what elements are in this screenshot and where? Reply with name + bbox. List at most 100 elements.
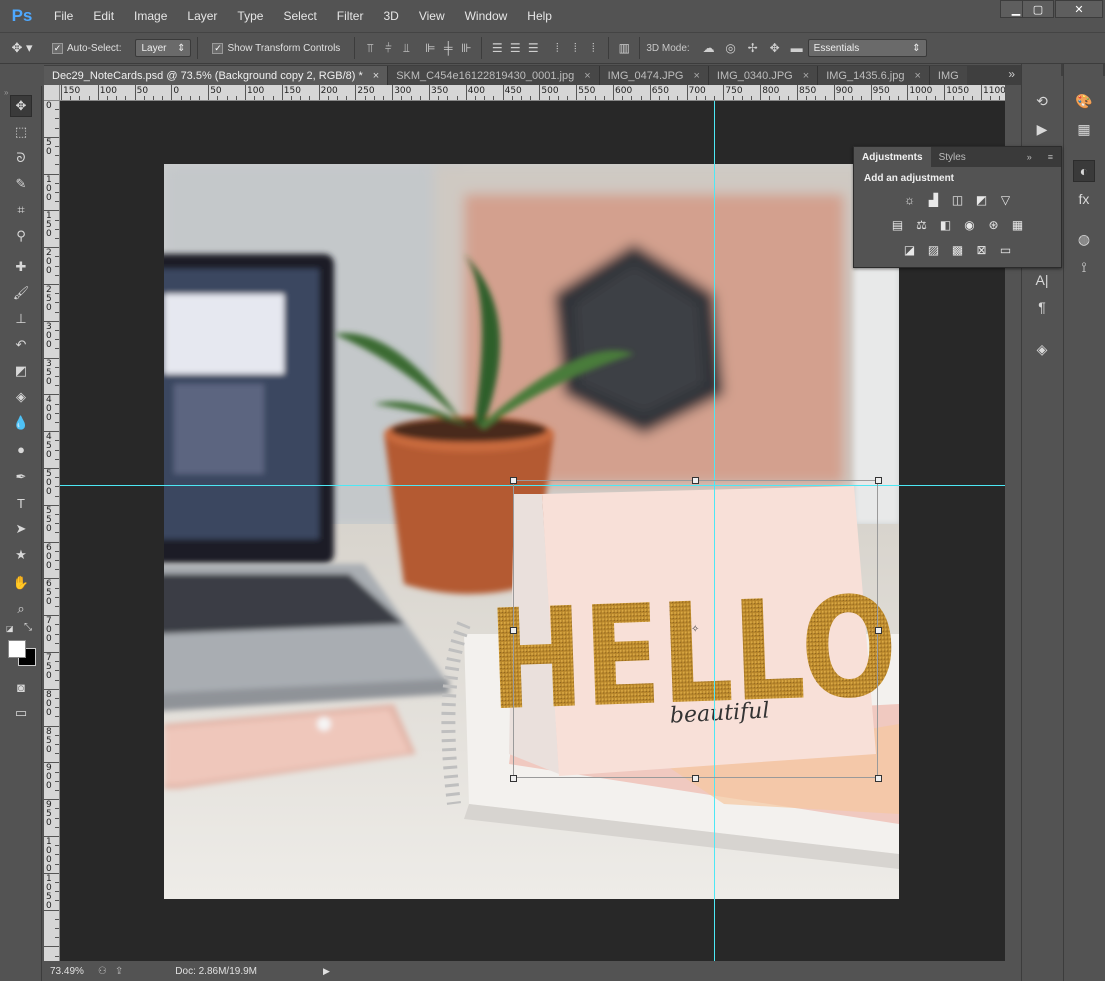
transform-handle[interactable]	[510, 627, 517, 634]
photo-filter-icon[interactable]: ◉	[960, 216, 980, 234]
tab-document-active[interactable]: Dec29_NoteCards.psd @ 73.5% (Background …	[44, 66, 389, 85]
swatches-panel-icon[interactable]: ▦	[1073, 118, 1095, 140]
color-balance-icon[interactable]: ⚖	[912, 216, 932, 234]
blur-tool-icon[interactable]: 💧	[10, 412, 32, 434]
close-window-button[interactable]: ✕	[1055, 0, 1103, 18]
align-hcenter-icon[interactable]: ╪	[439, 39, 457, 57]
tab-document[interactable]: SKM_C454e16122819430_0001.jpg ×	[388, 66, 600, 85]
menu-select[interactable]: Select	[273, 0, 326, 32]
brush-tool-icon[interactable]: 🖌	[10, 282, 32, 304]
invert-icon[interactable]: ◪	[900, 241, 920, 259]
marquee-tool-icon[interactable]: ⬚	[10, 121, 32, 143]
vertical-ruler[interactable]: 0 50 100 150 200 250 300 350 400 450 500 550 600 650 7…	[44, 101, 60, 961]
zoom-tool-icon[interactable]: ⌕	[10, 598, 32, 620]
paint-bucket-tool-icon[interactable]: ◈	[10, 386, 32, 408]
quick-mask-icon[interactable]: ◙	[10, 676, 32, 698]
3d-scale-icon[interactable]: ▬	[788, 39, 806, 57]
transform-handle[interactable]	[692, 477, 699, 484]
type-tool-icon[interactable]: T	[10, 492, 32, 514]
auto-select-target-dropdown[interactable]: Layer ⇕	[135, 39, 192, 57]
distribute-hcenter-icon[interactable]: ⦙	[566, 39, 584, 57]
curves-icon[interactable]: ◫	[948, 191, 968, 209]
screen-mode-icon[interactable]: ▭	[10, 702, 32, 724]
color-lookup-icon[interactable]: ▦	[1008, 216, 1028, 234]
channel-mixer-icon[interactable]: ⊛	[984, 216, 1004, 234]
align-right-icon[interactable]: ⊪	[457, 39, 475, 57]
tabs-overflow-icon[interactable]: »	[1008, 67, 1015, 81]
menu-file[interactable]: File	[44, 0, 83, 32]
healing-brush-tool-icon[interactable]: ✚	[10, 256, 32, 278]
vertical-guide[interactable]	[714, 101, 715, 961]
distribute-top-icon[interactable]: ☰	[488, 39, 506, 57]
transform-handle[interactable]	[510, 477, 517, 484]
3d-roll-icon[interactable]: ◎	[722, 39, 740, 57]
tab-document[interactable]: IMG_0340.JPG ×	[708, 66, 819, 85]
tab-document[interactable]: IMG	[929, 66, 967, 85]
panel-collapse-icon[interactable]: »	[1019, 147, 1040, 167]
close-tab-icon[interactable]: ×	[693, 70, 699, 82]
distribute-vcenter-icon[interactable]: ☰	[506, 39, 524, 57]
menu-edit[interactable]: Edit	[83, 0, 124, 32]
foreground-color-swatch[interactable]	[8, 640, 26, 658]
menu-type[interactable]: Type	[227, 0, 273, 32]
history-brush-tool-icon[interactable]: ↶	[10, 334, 32, 356]
share-icon[interactable]: ⇪	[115, 966, 123, 977]
close-tab-icon[interactable]: ×	[914, 70, 920, 82]
posterize-icon[interactable]: ▨	[924, 241, 944, 259]
black-white-icon[interactable]: ◧	[936, 216, 956, 234]
close-tab-icon[interactable]: ×	[373, 70, 379, 82]
lasso-tool-icon[interactable]: ᘐ	[10, 147, 32, 169]
auto-align-icon[interactable]: ▥	[615, 39, 633, 57]
status-menu-arrow-icon[interactable]: ▶	[323, 966, 330, 977]
hue-saturation-icon[interactable]: ▤	[888, 216, 908, 234]
styles-panel-icon[interactable]: fx	[1073, 188, 1095, 210]
align-left-icon[interactable]: ⊫	[421, 39, 439, 57]
transform-handle[interactable]	[510, 775, 517, 782]
3d-pan-icon[interactable]: ✢	[744, 39, 762, 57]
pen-tool-icon[interactable]: ✒	[10, 466, 32, 488]
swap-colors-icon[interactable]: ⤡	[24, 622, 32, 633]
gradient-map-icon[interactable]: ▭	[996, 241, 1016, 259]
threshold-icon[interactable]: ▩	[948, 241, 968, 259]
panel-menu-icon[interactable]: ≡	[1040, 147, 1061, 167]
layers-panel-icon[interactable]: ◈	[1031, 338, 1053, 360]
document-image[interactable]: HELLO beautiful	[164, 164, 899, 899]
tab-document[interactable]: IMG_0474.JPG ×	[599, 66, 709, 85]
menu-filter[interactable]: Filter	[327, 0, 374, 32]
distribute-right-icon[interactable]: ⦙	[584, 39, 602, 57]
tab-adjustments[interactable]: Adjustments	[854, 147, 931, 167]
workspace-dropdown[interactable]: Essentials ⇕	[807, 39, 927, 57]
levels-icon[interactable]: ▟	[924, 191, 944, 209]
3d-rotate-icon[interactable]: ☁	[700, 39, 718, 57]
status-icon[interactable]: ⚇	[98, 966, 107, 977]
horizontal-guide[interactable]	[60, 485, 1005, 486]
actions-panel-icon[interactable]: ▶	[1031, 118, 1053, 140]
brightness-contrast-icon[interactable]: ☼	[900, 191, 920, 209]
transform-handle[interactable]	[875, 627, 882, 634]
move-tool-icon[interactable]: ✥	[10, 95, 32, 117]
paths-panel-icon[interactable]: ⟟	[1073, 256, 1095, 278]
menu-window[interactable]: Window	[455, 0, 518, 32]
auto-select-checkbox[interactable]: ✓	[52, 42, 63, 54]
close-tab-icon[interactable]: ×	[803, 70, 809, 82]
tab-styles[interactable]: Styles	[931, 147, 974, 167]
eyedropper-tool-icon[interactable]: ⚲	[10, 225, 32, 247]
crop-tool-icon[interactable]: ⌗	[10, 199, 32, 221]
channels-panel-icon[interactable]: ◍	[1073, 228, 1095, 250]
shape-tool-icon[interactable]: ★	[10, 544, 32, 566]
exposure-icon[interactable]: ◩	[972, 191, 992, 209]
paragraph-panel-icon[interactable]: ¶	[1031, 296, 1053, 318]
selective-color-icon[interactable]: ⊠	[972, 241, 992, 259]
eraser-tool-icon[interactable]: ◩	[10, 360, 32, 382]
menu-3d[interactable]: 3D	[373, 0, 408, 32]
character-panel-icon[interactable]: A|	[1031, 269, 1053, 291]
collapse-icon[interactable]: »	[4, 88, 8, 97]
tab-document[interactable]: IMG_1435.6.jpg ×	[818, 66, 930, 85]
dodge-tool-icon[interactable]: ●	[10, 438, 32, 460]
color-panel-icon[interactable]: 🎨	[1073, 90, 1095, 112]
align-top-icon[interactable]: ⫪	[361, 39, 379, 57]
move-tool-icon[interactable]: ✥ ▾	[0, 36, 44, 60]
3d-slide-icon[interactable]: ✥	[766, 39, 784, 57]
ruler-origin[interactable]	[44, 85, 60, 101]
distribute-left-icon[interactable]: ⦙	[548, 39, 566, 57]
